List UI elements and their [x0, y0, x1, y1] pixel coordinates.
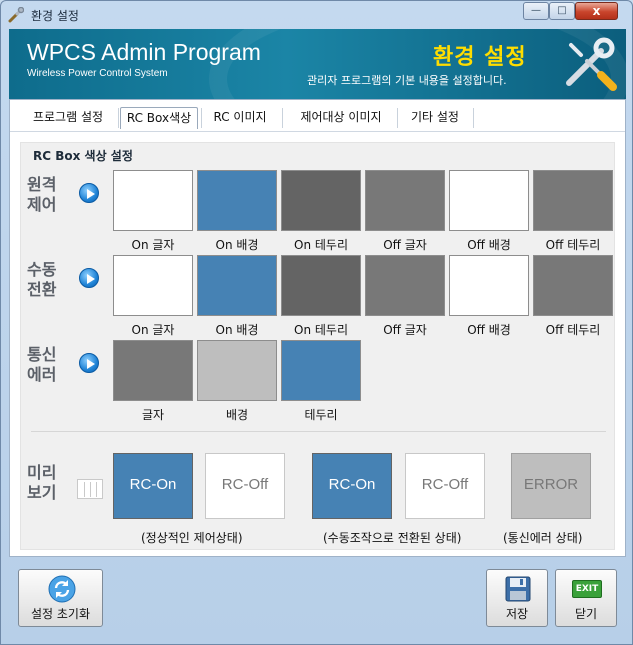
tab-rc-image[interactable]: RC 이미지: [204, 107, 276, 129]
brand-title: WPCS Admin Program: [27, 39, 261, 65]
preview-caption: (통신에러 상태): [503, 531, 583, 545]
window-title: 환경 설정: [31, 9, 79, 23]
save-button-label: 저장: [505, 607, 529, 621]
group-title: RC Box 색상 설정: [33, 149, 133, 163]
preview-label-line1: 미리: [27, 463, 57, 482]
wrench-screwdriver-icon: [566, 37, 617, 91]
tab-separator: [473, 108, 474, 128]
swatch-label: On 배경: [215, 323, 259, 337]
swatch-label: On 글자: [131, 238, 175, 252]
color-swatch[interactable]: [281, 255, 361, 316]
row-label-line1: 원격: [27, 175, 57, 194]
row-label-manual-switch: 수동 전환: [27, 260, 56, 300]
row-label-comm-error: 통신 에러: [27, 345, 56, 385]
color-swatch[interactable]: [281, 340, 361, 401]
row-label-line1: 수동: [27, 260, 57, 279]
row-label-line2: 제어: [27, 195, 57, 214]
tab-separator: [201, 108, 202, 128]
maximize-button[interactable]: □: [549, 2, 575, 20]
banner-description: 관리자 프로그램의 기본 내용을 설정합니다.: [307, 74, 507, 87]
reset-settings-button[interactable]: 설정 초기화: [18, 569, 103, 627]
tab-other-settings[interactable]: 기타 설정: [400, 107, 470, 129]
reset-button-label: 설정 초기화: [30, 607, 90, 621]
title-bar[interactable]: 환경 설정 — □ x: [1, 1, 632, 29]
swatch-label: Off 글자: [383, 323, 427, 337]
tab-rc-box-color[interactable]: RC Box색상: [120, 107, 198, 129]
rc-box-color-group: RC Box 색상 설정 원격 제어 On 글자 On 배경 On 테두리 Off 글자 O…: [20, 142, 615, 550]
tab-separator: [397, 108, 398, 128]
swatch-label: 배경: [225, 408, 249, 422]
color-swatch[interactable]: [113, 170, 193, 231]
settings-window: 환경 설정 — □ x WPCS Admin Program Wireless …: [0, 0, 633, 645]
color-swatch[interactable]: [449, 170, 529, 231]
preview-box: ERROR: [511, 453, 591, 519]
tab-separator: [282, 108, 283, 128]
divider: [31, 431, 606, 432]
color-swatch[interactable]: [533, 255, 613, 316]
color-swatch[interactable]: [365, 255, 445, 316]
row-label-line1: 통신: [27, 345, 57, 364]
color-swatch[interactable]: [365, 170, 445, 231]
minimize-button[interactable]: —: [523, 2, 549, 20]
color-swatch[interactable]: [197, 170, 277, 231]
preview-box: RC-Off: [405, 453, 485, 519]
settings-panel: 프로그램 설정 RC Box색상 RC 이미지 제어대상 이미지 기타 설정 R…: [9, 99, 626, 557]
brand-subtitle: Wireless Power Control System: [27, 68, 168, 79]
color-swatch[interactable]: [197, 340, 277, 401]
grid-icon: [77, 479, 103, 499]
header-banner: WPCS Admin Program Wireless Power Contro…: [9, 29, 626, 99]
swatch-label: Off 테두리: [545, 238, 601, 252]
color-swatch[interactable]: [281, 170, 361, 231]
tools-small-icon: [8, 7, 24, 23]
swatch-label: Off 배경: [467, 238, 511, 252]
swatch-label: Off 글자: [383, 238, 427, 252]
swatch-label: 글자: [141, 408, 165, 422]
refresh-icon: [48, 575, 76, 603]
color-swatch[interactable]: [113, 255, 193, 316]
row-label-remote-control: 원격 제어: [27, 175, 56, 215]
preview-label-line2: 보기: [27, 483, 57, 502]
row-label-line2: 전환: [27, 280, 57, 299]
color-swatch[interactable]: [197, 255, 277, 316]
tab-program-settings[interactable]: 프로그램 설정: [20, 107, 116, 129]
exit-icon: EXIT: [572, 580, 602, 598]
close-button[interactable]: EXIT 닫기: [555, 569, 617, 627]
tab-control-target-image[interactable]: 제어대상 이미지: [286, 107, 396, 129]
preview-box: RC-On: [312, 453, 392, 519]
color-swatch[interactable]: [449, 255, 529, 316]
preview-caption: (정상적인 제어상태): [141, 531, 243, 545]
swatch-label: Off 테두리: [545, 323, 601, 337]
close-button-label: 닫기: [574, 607, 598, 621]
floppy-disk-icon: [505, 576, 531, 602]
swatch-label: On 배경: [215, 238, 259, 252]
play-icon[interactable]: [79, 268, 99, 288]
swatch-label: On 글자: [131, 323, 175, 337]
preview-caption: (수동조작으로 전환된 상태): [323, 531, 462, 545]
tab-separator: [118, 108, 119, 128]
tab-bar: 프로그램 설정 RC Box색상 RC 이미지 제어대상 이미지 기타 설정: [10, 100, 625, 132]
row-label-line2: 에러: [27, 365, 57, 384]
color-swatch[interactable]: [113, 340, 193, 401]
close-window-button[interactable]: x: [575, 2, 618, 20]
preview-box: RC-On: [113, 453, 193, 519]
swatch-label: Off 배경: [467, 323, 511, 337]
swatch-label: 테두리: [304, 408, 338, 422]
save-button[interactable]: 저장: [486, 569, 548, 627]
preview-box: RC-Off: [205, 453, 285, 519]
play-icon[interactable]: [79, 183, 99, 203]
play-icon[interactable]: [79, 353, 99, 373]
banner-title: 환경 설정: [433, 45, 527, 70]
swatch-label: On 테두리: [294, 323, 348, 337]
color-swatch[interactable]: [533, 170, 613, 231]
swatch-label: On 테두리: [294, 238, 348, 252]
preview-label: 미리 보기: [27, 463, 56, 503]
